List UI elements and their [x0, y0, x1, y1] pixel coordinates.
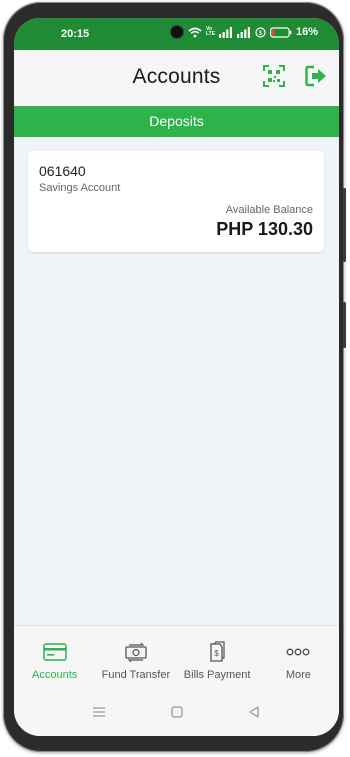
card-icon [42, 643, 67, 661]
recents-icon[interactable] [92, 705, 106, 719]
signal-icon [219, 26, 232, 38]
account-number: 061640 [39, 163, 86, 179]
account-card[interactable]: 061640 Savings Account Available Balance… [28, 151, 324, 252]
balance-label: Available Balance [225, 204, 313, 216]
status-icons: Vo LTE $ 16% [188, 26, 318, 38]
svg-text:$: $ [214, 649, 219, 658]
nav-label: Bills Payment [183, 669, 251, 681]
data-saver-icon: $ [255, 26, 266, 38]
account-type: Savings Account [39, 182, 121, 194]
system-nav-bar [14, 691, 339, 736]
money-transfer-icon [125, 642, 147, 662]
logout-icon[interactable] [305, 65, 327, 87]
nav-accounts[interactable]: Accounts [14, 626, 95, 692]
phone-frame: 20:15 Vo LTE $ 16% Accounts Deposits 061… [3, 2, 346, 752]
battery-icon [270, 26, 292, 38]
front-camera [170, 25, 184, 39]
screen: 20:15 Vo LTE $ 16% Accounts Deposits 061… [14, 18, 339, 736]
app-bar: Accounts [14, 50, 339, 106]
nav-label: More [285, 669, 311, 681]
volte-icon: Vo LTE [206, 26, 216, 37]
nav-fund-transfer[interactable]: Fund Transfer [95, 626, 176, 692]
nav-label: Accounts [32, 669, 78, 681]
home-icon[interactable] [170, 705, 184, 719]
status-bar: 20:15 Vo LTE $ 16% [14, 18, 339, 50]
bottom-nav: Accounts Fund Transfer $ Bills Payment M… [14, 625, 339, 692]
status-time: 20:15 [61, 28, 90, 40]
wifi-icon [188, 27, 202, 37]
signal-icon [237, 26, 250, 38]
back-icon[interactable] [247, 705, 261, 719]
volume-button [343, 188, 346, 262]
more-dots-icon [286, 648, 310, 656]
battery-percent: 16% [296, 26, 319, 38]
bills-icon: $ [210, 641, 225, 662]
nav-bills-payment[interactable]: $ Bills Payment [177, 626, 258, 692]
svg-text:$: $ [259, 30, 263, 37]
accounts-list: 061640 Savings Account Available Balance… [14, 137, 339, 625]
page-title: Accounts [132, 65, 221, 88]
tab-deposits[interactable]: Deposits [14, 106, 339, 137]
qr-scan-icon[interactable] [263, 65, 285, 87]
power-button [343, 302, 346, 348]
nav-label: Fund Transfer [101, 669, 171, 681]
balance-amount: PHP 130.30 [216, 219, 313, 239]
nav-more[interactable]: More [258, 626, 339, 692]
